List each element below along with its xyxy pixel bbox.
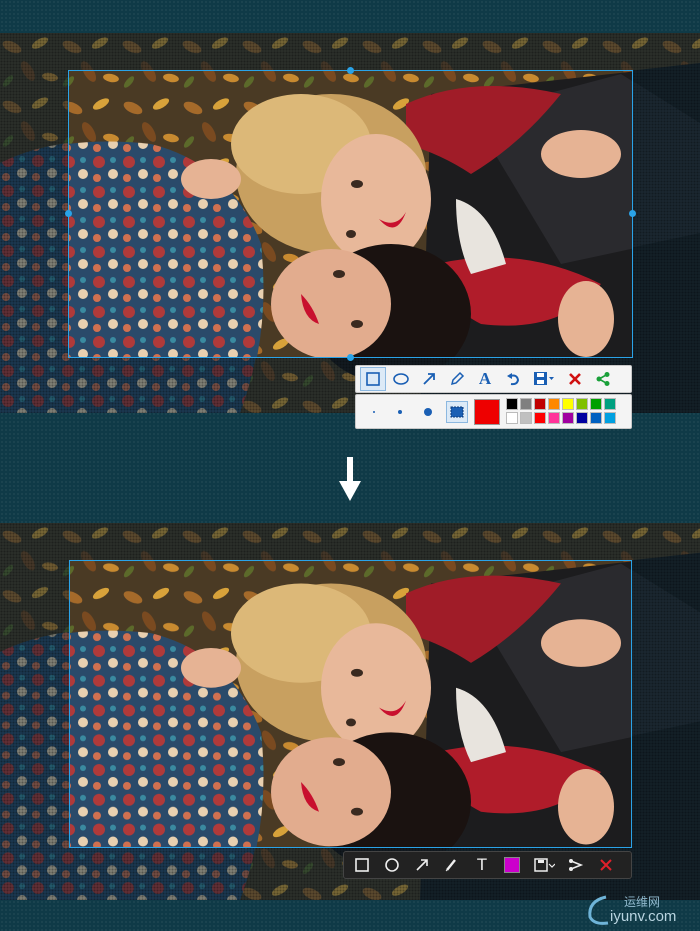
selected-color-swatch[interactable] (474, 398, 500, 425)
ellipse-tool-button[interactable] (377, 851, 407, 879)
color-picker-button[interactable] (497, 851, 527, 879)
resize-handle-bottom[interactable] (347, 354, 354, 361)
pencil-icon (450, 371, 465, 386)
palette-color-swatch[interactable] (576, 412, 588, 424)
pencil-tool-button[interactable] (437, 851, 467, 879)
palette-color-swatch[interactable] (576, 398, 588, 410)
palette-color-swatch[interactable] (590, 398, 602, 410)
rectangle-tool-button[interactable] (360, 367, 386, 391)
palette-color-swatch[interactable] (548, 398, 560, 410)
text-icon: A (478, 369, 492, 388)
text-tool-button[interactable]: T (467, 851, 497, 879)
resize-handle-right[interactable] (629, 210, 636, 217)
transition-arrow-icon (339, 457, 361, 501)
close-button[interactable] (591, 851, 621, 879)
capture-selection[interactable] (69, 560, 632, 848)
palette-color-swatch[interactable] (604, 412, 616, 424)
brush-dot-icon (398, 409, 402, 414)
palette-color-swatch[interactable] (604, 398, 616, 410)
pencil-icon (445, 859, 456, 872)
save-icon (534, 372, 554, 385)
fill-toggle-button[interactable] (446, 400, 468, 423)
palette-color-swatch[interactable] (506, 412, 518, 424)
after-panel (0, 523, 700, 900)
pencil-tool-button[interactable] (444, 367, 470, 391)
color-palette (506, 398, 617, 425)
before-panel (0, 33, 700, 413)
palette-color-swatch[interactable] (534, 398, 546, 410)
selected-photo (68, 70, 633, 358)
brush-size-small[interactable] (362, 400, 386, 424)
palette-color-swatch[interactable] (520, 398, 532, 410)
palette-color-swatch[interactable] (534, 412, 546, 424)
text-icon: T (476, 855, 488, 874)
close-icon (569, 373, 581, 385)
palette-color-swatch[interactable] (562, 398, 574, 410)
rectangle-tool-button[interactable] (347, 851, 377, 879)
color-swatch (504, 857, 520, 873)
arrow-tool-button[interactable] (416, 367, 442, 391)
palette-color-swatch[interactable] (562, 412, 574, 424)
ellipse-icon (385, 858, 399, 872)
save-button[interactable] (527, 851, 561, 879)
watermark: 运维网 iyunv.com (584, 893, 694, 927)
brush-size-large[interactable] (414, 400, 442, 424)
rectangle-icon (366, 372, 380, 386)
rectangle-icon (355, 858, 369, 872)
annotation-toolbar-dark: T (343, 851, 632, 879)
share-button[interactable] (590, 367, 616, 391)
ellipse-icon (393, 373, 409, 385)
palette-color-swatch[interactable] (590, 412, 602, 424)
share-icon (596, 372, 610, 386)
save-icon (534, 858, 555, 872)
ellipse-tool-button[interactable] (388, 367, 414, 391)
capture-selection[interactable] (68, 70, 633, 358)
brush-size-medium[interactable] (386, 400, 414, 424)
filled-rectangle-icon (450, 406, 464, 417)
undo-icon (507, 373, 520, 386)
arrow-tool-button[interactable] (407, 851, 437, 879)
palette-color-swatch[interactable] (520, 412, 532, 424)
style-toolbar (355, 394, 632, 429)
brush-dot-icon (373, 410, 375, 413)
annotation-toolbar: A (355, 365, 632, 393)
resize-handle-top[interactable] (347, 67, 354, 74)
arrow-icon (423, 373, 435, 385)
palette-color-swatch[interactable] (506, 398, 518, 410)
save-button[interactable] (528, 367, 560, 391)
close-button[interactable] (562, 367, 588, 391)
watermark-line2: iyunv.com (610, 908, 677, 925)
resize-handle-left[interactable] (65, 210, 72, 217)
share-icon (569, 859, 584, 871)
share-button[interactable] (561, 851, 591, 879)
text-tool-button[interactable]: A (472, 367, 498, 391)
brush-dot-icon (424, 407, 432, 416)
arrow-icon (416, 859, 428, 871)
selected-photo (69, 560, 632, 848)
palette-color-swatch[interactable] (548, 412, 560, 424)
undo-button[interactable] (500, 367, 526, 391)
close-icon (600, 859, 612, 871)
